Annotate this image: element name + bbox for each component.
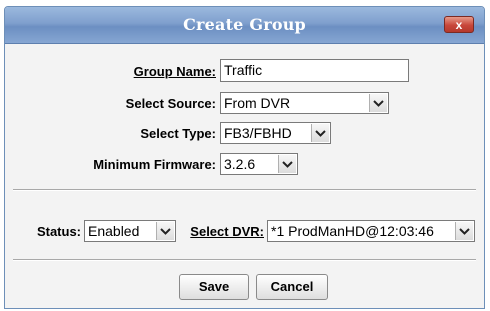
group-name-input[interactable]: Traffic	[220, 59, 409, 82]
cancel-button[interactable]: Cancel	[256, 274, 328, 300]
separator-bottom	[13, 259, 476, 261]
close-icon: x	[455, 18, 463, 32]
select-source-label: Select Source:	[125, 96, 216, 111]
status-dropdown[interactable]: Enabled	[84, 220, 176, 242]
status-label: Status:	[36, 224, 81, 239]
minimum-firmware-value: 3.2.6	[224, 156, 256, 172]
group-name-value: Traffic	[224, 62, 263, 78]
minimum-firmware-dropdown[interactable]: 3.2.6	[220, 153, 298, 175]
select-type-dropdown[interactable]: FB3/FBHD	[220, 122, 331, 144]
select-source-dropdown[interactable]: From DVR	[220, 92, 389, 114]
chevron-down-icon[interactable]	[156, 222, 174, 240]
group-name-label: Group Name:	[133, 64, 216, 79]
select-type-value: FB3/FBHD	[224, 125, 292, 141]
status-value: Enabled	[88, 223, 140, 239]
dialog-title: Create Group	[183, 15, 306, 34]
save-button[interactable]: Save	[179, 274, 249, 300]
chevron-down-icon[interactable]	[369, 94, 387, 112]
select-dvr-dropdown[interactable]: *1 ProdManHD@12:03:46	[267, 220, 475, 242]
select-type-label: Select Type:	[140, 126, 216, 141]
chevron-down-icon[interactable]	[311, 124, 329, 142]
minimum-firmware-label: Minimum Firmware:	[93, 157, 216, 172]
select-dvr-label: Select DVR:	[190, 224, 264, 239]
create-group-dialog: Create Group x Group Name: Traffic Selec…	[4, 6, 485, 309]
dialog-titlebar: Create Group x	[5, 7, 484, 44]
select-dvr-value: *1 ProdManHD@12:03:46	[271, 223, 434, 239]
separator-top	[13, 189, 476, 191]
chevron-down-icon[interactable]	[278, 155, 296, 173]
select-source-value: From DVR	[224, 95, 291, 111]
chevron-down-icon[interactable]	[455, 222, 473, 240]
close-button[interactable]: x	[444, 16, 474, 33]
